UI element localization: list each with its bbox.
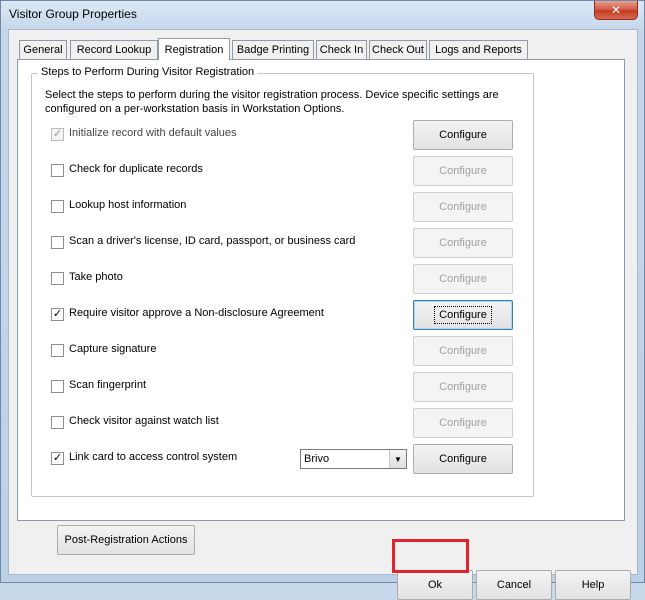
group-title: Steps to Perform During Visitor Registra… xyxy=(38,66,258,78)
checkbox-lookup-host[interactable] xyxy=(51,200,64,213)
group-description: Select the steps to perform during the v… xyxy=(45,89,499,115)
checkbox-nda[interactable]: ✓ xyxy=(51,308,64,321)
step-label: Scan fingerprint xyxy=(69,379,147,391)
dialog-window: Visitor Group Properties ✕ General Recor… xyxy=(0,0,645,600)
registration-steps-group: Steps to Perform During Visitor Registra… xyxy=(31,66,534,497)
tab-record-lookup[interactable]: Record Lookup xyxy=(70,40,158,59)
tab-registration[interactable]: Registration xyxy=(158,38,230,60)
tab-general[interactable]: General xyxy=(19,40,67,59)
window-title: Visitor Group Properties xyxy=(9,7,137,21)
post-registration-actions-button[interactable]: Post-Registration Actions xyxy=(57,525,195,555)
checkbox-scan-id[interactable] xyxy=(51,236,64,249)
registration-tab-page: Steps to Perform During Visitor Registra… xyxy=(17,59,625,521)
step-row-scan-fingerprint: Scan fingerprint Configure xyxy=(32,372,532,402)
configure-button-scan-fingerprint[interactable]: Configure xyxy=(413,372,513,402)
configure-button-initialize-record[interactable]: Configure xyxy=(413,120,513,150)
close-button[interactable]: ✕ xyxy=(594,1,638,20)
ok-button[interactable]: Ok xyxy=(397,570,473,600)
step-label: Check visitor against watch list xyxy=(69,415,219,427)
step-label: Capture signature xyxy=(69,343,157,355)
dialog-client: General Record Lookup Registration Badge… xyxy=(8,29,638,600)
configure-button-scan-id[interactable]: Configure xyxy=(413,228,513,258)
checkbox-take-photo[interactable] xyxy=(51,272,64,285)
step-row-link-card: ✓ Link card to access control system Bri… xyxy=(32,444,532,474)
tab-logs-and-reports[interactable]: Logs and Reports xyxy=(429,40,528,59)
access-control-dropdown[interactable]: Brivo ▼ xyxy=(300,449,407,469)
tab-badge-printing[interactable]: Badge Printing xyxy=(232,40,314,59)
checkbox-scan-fingerprint[interactable] xyxy=(51,380,64,393)
step-row-lookup-host: Lookup host information Configure xyxy=(32,192,532,222)
step-label: Initialize record with default values xyxy=(69,127,237,139)
close-icon: ✕ xyxy=(610,3,622,17)
step-label: Take photo xyxy=(69,271,123,283)
step-row-watch-list: Check visitor against watch list Configu… xyxy=(32,408,532,438)
step-row-capture-signature: Capture signature Configure xyxy=(32,336,532,366)
configure-button-link-card[interactable]: Configure xyxy=(413,444,513,474)
checkbox-link-card[interactable]: ✓ xyxy=(51,452,64,465)
configure-button-capture-signature[interactable]: Configure xyxy=(413,336,513,366)
tab-check-in[interactable]: Check In xyxy=(316,40,367,59)
checkbox-watch-list[interactable] xyxy=(51,416,64,429)
step-row-nda: ✓ Require visitor approve a Non-disclosu… xyxy=(32,300,532,330)
cancel-button[interactable]: Cancel xyxy=(476,570,552,600)
step-label: Lookup host information xyxy=(69,199,187,211)
step-row-take-photo: Take photo Configure xyxy=(32,264,532,294)
configure-button-watch-list[interactable]: Configure xyxy=(413,408,513,438)
chevron-down-icon[interactable]: ▼ xyxy=(389,450,406,468)
configure-button-lookup-host[interactable]: Configure xyxy=(413,192,513,222)
step-row-initialize-record: ✓ Initialize record with default values … xyxy=(32,120,532,150)
step-label: Require visitor approve a Non-disclosure… xyxy=(69,307,324,319)
dropdown-value: Brivo xyxy=(304,453,330,465)
checkbox-duplicate-records[interactable] xyxy=(51,164,64,177)
help-button[interactable]: Help xyxy=(555,570,631,600)
configure-button-nda[interactable]: Configure xyxy=(413,300,513,330)
step-label: Scan a driver's license, ID card, passpo… xyxy=(69,235,356,247)
checkbox-initialize-record[interactable]: ✓ xyxy=(51,128,64,141)
checkbox-capture-signature[interactable] xyxy=(51,344,64,357)
step-label: Link card to access control system xyxy=(69,451,238,463)
configure-button-duplicate-records[interactable]: Configure xyxy=(413,156,513,186)
step-label: Check for duplicate records xyxy=(69,163,203,175)
step-row-duplicate-records: Check for duplicate records Configure xyxy=(32,156,532,186)
step-row-scan-id: Scan a driver's license, ID card, passpo… xyxy=(32,228,532,258)
tab-check-out[interactable]: Check Out xyxy=(369,40,427,59)
configure-button-take-photo[interactable]: Configure xyxy=(413,264,513,294)
